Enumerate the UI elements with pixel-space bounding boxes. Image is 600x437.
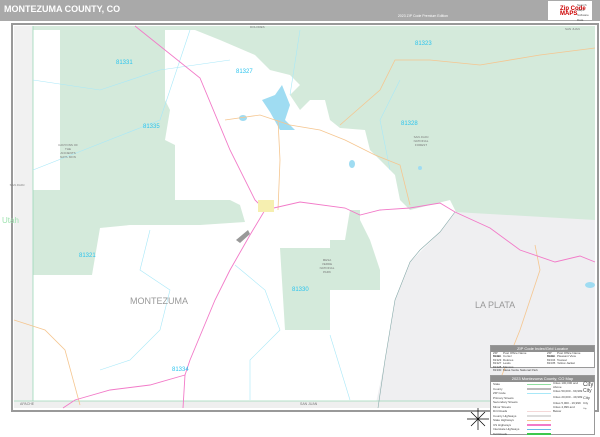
legend-city-label: Cities 100,000 and Above bbox=[553, 381, 579, 389]
legend-label: Toll Roads bbox=[493, 431, 508, 436]
area-label: SAN JUAN NATIONAL FOREST bbox=[413, 135, 429, 147]
zip-label: 81328 bbox=[401, 121, 418, 127]
zip-label: 81335 bbox=[143, 124, 160, 130]
legend-box: 2023 Montezuma County, CO Map State Count… bbox=[490, 375, 595, 437]
county-label-montezuma: MONTEZUMA bbox=[130, 296, 188, 306]
area-label: CANYONS OF THE ANCIENTS NAT'L MON bbox=[58, 143, 78, 159]
table-row: 81335 Yellow Jacket bbox=[546, 361, 576, 366]
legend-city-label: Cities 4,999 and Below bbox=[553, 405, 575, 413]
legend-swatch bbox=[526, 419, 551, 421]
zip-label: 81327 bbox=[236, 69, 253, 75]
legend-label: State Highways bbox=[493, 418, 514, 423]
legend-city-sample: City bbox=[583, 401, 589, 405]
cortez-town bbox=[258, 200, 274, 212]
legend-swatch bbox=[526, 383, 551, 385]
legend-label: County Highways bbox=[493, 413, 517, 418]
zip-label: 81321 bbox=[79, 253, 96, 259]
legend-swatch bbox=[526, 388, 551, 390]
area-label: MESA VERDE NATIONAL PARK bbox=[319, 258, 335, 274]
utah-small-label: SAN JUAN bbox=[9, 183, 25, 187]
legend-label: County bbox=[493, 386, 503, 391]
legend-label: Interstate Highways bbox=[493, 427, 520, 432]
zip-label: 81330 bbox=[292, 287, 309, 293]
legend-city-sample: City bbox=[583, 394, 590, 400]
legend-label: Minor Streets bbox=[493, 404, 511, 409]
state-label-utah: Utah bbox=[2, 216, 19, 225]
county-label-la-plata: LA PLATA bbox=[475, 300, 516, 310]
legend-label: ZIP Code bbox=[493, 391, 506, 396]
legend-swatch bbox=[527, 402, 551, 404]
legend-city-sample: City bbox=[583, 408, 587, 410]
legend-city-sample: City bbox=[583, 388, 592, 394]
legend-swatch bbox=[526, 433, 551, 435]
legend-swatch bbox=[527, 406, 551, 408]
legend-city-item: Cities 4,999 and Below City bbox=[551, 405, 594, 413]
zip-index-box: ZIP Code Index/Grid Locator ZIP Code Post… bbox=[490, 345, 595, 372]
legend-swatch bbox=[526, 428, 551, 430]
legend-item: Toll Roads bbox=[491, 432, 551, 437]
legend-swatch bbox=[527, 397, 551, 399]
legend-city-label: Cities 50,000 - 99,999 bbox=[553, 389, 583, 393]
legend-swatch bbox=[526, 415, 551, 417]
legend-label: State bbox=[493, 382, 501, 387]
zip-label: 81331 bbox=[116, 60, 133, 66]
legend-swatch bbox=[526, 410, 551, 412]
zip-label: 81334 bbox=[172, 367, 189, 373]
legend-swatch bbox=[526, 424, 551, 426]
legend-city-label: Cities 20,000 - 49,999 bbox=[553, 395, 583, 399]
county-label-san-juan-ne: SAN JUAN bbox=[565, 27, 580, 31]
legend-label: US Highways bbox=[493, 422, 512, 427]
dolores-county-strip bbox=[33, 26, 595, 30]
legend-label: Secondary Streets bbox=[493, 400, 518, 405]
zip-label: 81323 bbox=[415, 41, 432, 47]
county-label-san-juan: SAN JUAN bbox=[300, 402, 318, 406]
legend-label: Primary Streets bbox=[493, 395, 514, 400]
utah-region bbox=[14, 26, 33, 401]
legend-swatch bbox=[526, 392, 551, 394]
county-label-dolores: DOLORES bbox=[250, 25, 265, 29]
county-label-apache: APACHE bbox=[20, 402, 35, 406]
table-row: 81330 Mesa Verde National Park bbox=[493, 367, 538, 372]
legend-label: Dirt Roads bbox=[493, 409, 508, 414]
